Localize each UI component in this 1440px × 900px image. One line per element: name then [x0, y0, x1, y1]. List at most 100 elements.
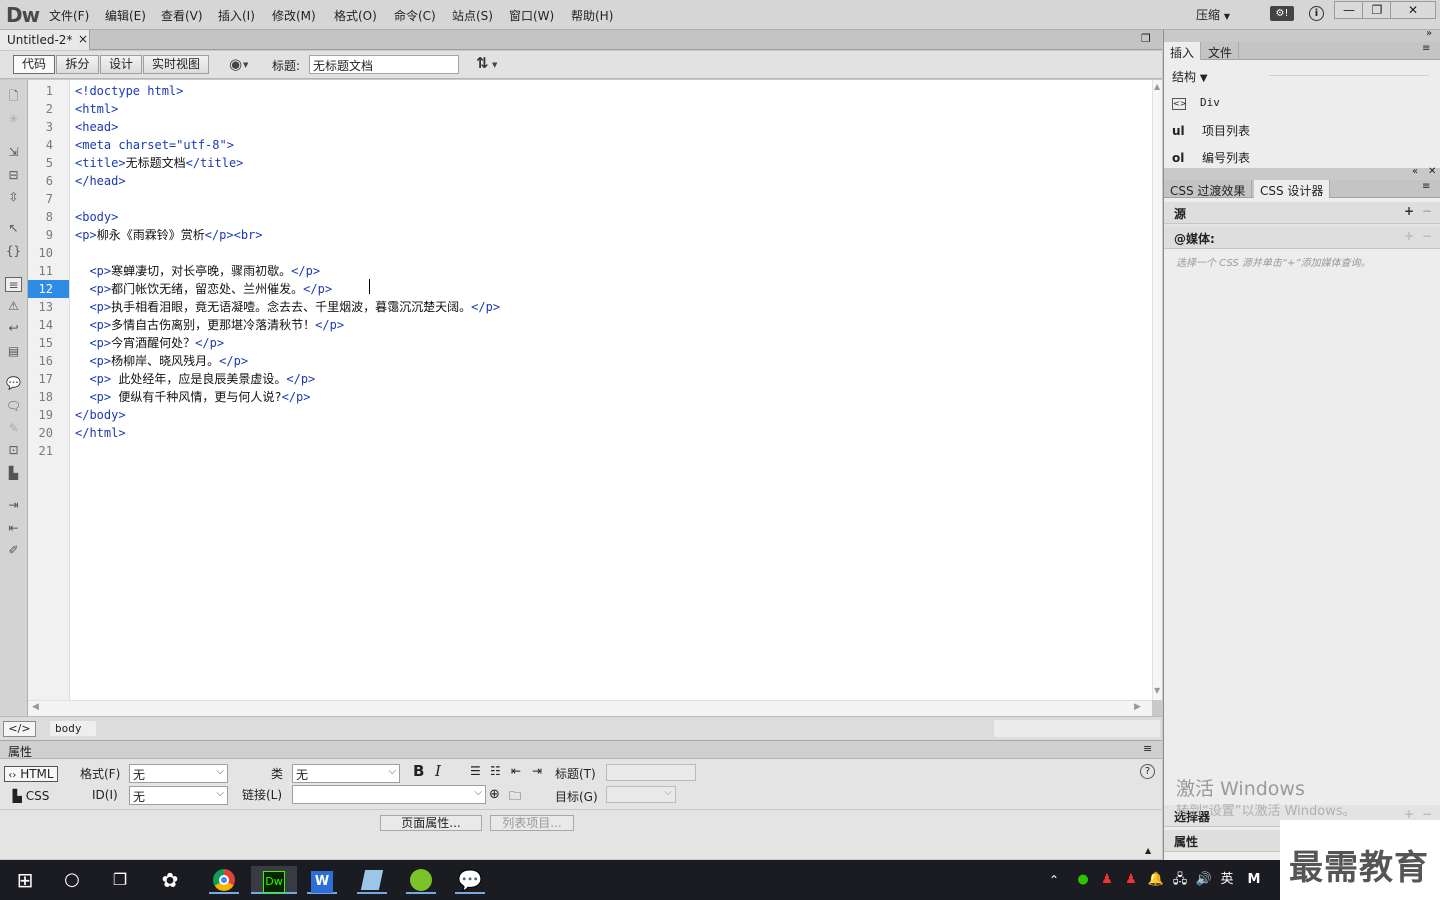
line-number[interactable]: 11 — [39, 262, 53, 280]
insert-ol-item[interactable]: ol 编号列表 — [1172, 149, 1250, 166]
expand-panel-icon[interactable]: ▲ — [1145, 846, 1151, 855]
volume-icon[interactable]: 🔊 — [1194, 866, 1214, 894]
collapse-icon[interactable]: » — [1426, 28, 1432, 39]
sources-section[interactable]: 源 + − — [1164, 202, 1440, 224]
code-line[interactable]: <p> 便纵有千种风情，更与何人说?</p> — [75, 388, 310, 406]
code-editor[interactable]: <!doctype html> <html> <head> <meta charset… — [70, 80, 1152, 700]
close-button[interactable]: ✕ — [1390, 1, 1436, 19]
code-line[interactable]: <head> — [75, 118, 118, 136]
code-line[interactable]: <!doctype html> — [75, 82, 183, 100]
link-input[interactable]: ⌵ — [292, 785, 486, 804]
indent-icon[interactable]: ⇥ — [532, 764, 542, 778]
collapse-tag-icon[interactable]: ⇲ — [5, 145, 22, 160]
line-number[interactable]: 20 — [39, 424, 53, 442]
remove-media-icon[interactable]: − — [1422, 229, 1432, 243]
insert-div-item[interactable]: <> Div — [1172, 95, 1220, 110]
notepad-icon[interactable] — [357, 866, 387, 894]
line-number[interactable]: 19 — [39, 406, 53, 424]
qq-tray-icon-2[interactable]: ♟ — [1121, 866, 1141, 894]
code-view-button[interactable]: 代码 — [13, 55, 55, 74]
code-line[interactable]: <html> — [75, 100, 118, 118]
tab-insert[interactable]: 插入 — [1164, 42, 1202, 60]
open-documents-icon[interactable]: 🗋 — [5, 89, 22, 104]
panel-menu-icon[interactable]: ≡ — [1143, 742, 1152, 755]
line-number[interactable]: 8 — [46, 208, 53, 226]
syntax-coloring-icon[interactable]: ▤ — [5, 344, 22, 359]
remove-selector-icon[interactable]: − — [1422, 807, 1432, 821]
tag-selector-body[interactable]: body — [50, 721, 96, 736]
point-to-file-icon[interactable]: ⊕ — [489, 787, 500, 802]
menu-window[interactable]: 窗口(W) — [509, 7, 554, 24]
add-media-icon[interactable]: + — [1404, 229, 1414, 243]
tab-files[interactable]: 文件 — [1202, 42, 1240, 60]
network-icon[interactable]: 🖧 — [1170, 866, 1190, 894]
panel-menu-icon[interactable]: ≡ — [1422, 43, 1430, 54]
menu-edit[interactable]: 编辑(E) — [105, 7, 146, 24]
design-view-button[interactable]: 设计 — [100, 55, 142, 74]
preview-browser-icon[interactable]: ◉ — [229, 55, 242, 73]
line-number[interactable]: 15 — [39, 334, 53, 352]
id-select[interactable]: 无 ⌵ — [129, 786, 228, 805]
related-files-icon[interactable]: ✳ — [5, 112, 22, 127]
menu-insert[interactable]: 插入(I) — [218, 7, 255, 24]
line-number[interactable]: 3 — [46, 118, 53, 136]
scroll-left-icon[interactable]: ◀ — [32, 702, 39, 712]
close-icon[interactable]: ✕ — [1428, 166, 1436, 177]
add-selector-icon[interactable]: + — [1404, 807, 1414, 821]
split-view-button[interactable]: 拆分 — [56, 55, 99, 74]
wechat-icon[interactable]: 💬 — [455, 866, 485, 894]
tab-css-transitions[interactable]: CSS 过渡效果 — [1164, 180, 1253, 198]
line-number[interactable]: 5 — [46, 154, 53, 172]
remove-comment-icon[interactable]: 🗨 — [5, 399, 22, 414]
close-tab-icon[interactable]: × — [78, 32, 88, 46]
line-numbers-icon[interactable]: ≡ — [5, 277, 22, 292]
code-navigator-button[interactable]: </> — [3, 721, 36, 737]
html-properties-button[interactable]: ‹› HTML — [4, 766, 58, 782]
line-number[interactable]: 9 — [46, 226, 53, 244]
code-line[interactable]: </body> — [75, 406, 126, 424]
code-line[interactable]: <p>杨柳岸、晓风残月。</p> — [75, 352, 248, 370]
minimize-button[interactable]: — — [1334, 1, 1364, 19]
show-hidden-icons[interactable]: ⌃ — [1045, 866, 1063, 894]
help-icon[interactable]: ? — [1140, 764, 1155, 779]
restore-document-icon[interactable]: ❐ — [1141, 32, 1151, 45]
ordered-list-icon[interactable]: ☷ — [490, 764, 501, 778]
wrap-tag-icon[interactable]: ✎ — [5, 421, 22, 436]
unordered-list-icon[interactable]: ☰ — [470, 764, 481, 778]
outdent-icon[interactable]: ⇤ — [511, 764, 521, 778]
line-number[interactable]: 16 — [39, 352, 53, 370]
start-button[interactable]: ⊞ — [10, 866, 40, 894]
code-line[interactable]: <p>都门帐饮无绪，留恋处、兰州催发。</p> — [75, 280, 332, 298]
sync-settings-icon[interactable]: ⚙! — [1270, 6, 1294, 21]
ime-indicator[interactable]: 英 — [1216, 866, 1238, 894]
line-number[interactable]: 2 — [46, 100, 53, 118]
title-input[interactable]: 无标题文档 — [309, 55, 459, 74]
code-line[interactable]: </head> — [75, 172, 126, 190]
word-wrap-icon[interactable]: ↩ — [5, 321, 22, 336]
live-view-button[interactable]: 实时视图 — [143, 55, 209, 74]
code-line[interactable]: <body> — [75, 208, 118, 226]
line-number[interactable]: 13 — [39, 298, 53, 316]
highlight-invalid-icon[interactable]: ⚠ — [5, 299, 22, 314]
chrome-icon[interactable] — [209, 866, 239, 894]
menu-format[interactable]: 格式(O) — [334, 7, 377, 24]
line-number[interactable]: 17 — [39, 370, 53, 388]
collapse-selection-icon[interactable]: ⊟ — [5, 168, 22, 183]
format-source-icon[interactable]: ✐ — [5, 543, 22, 558]
document-tab[interactable]: Untitled-2* × — [0, 30, 90, 50]
code-line[interactable]: <p>执手相看泪眼，竟无语凝噎。念去去、千里烟波，暮霭沉沉楚天阔。</p> — [75, 298, 500, 316]
horizontal-scrollbar[interactable]: ◀ ▶ — [28, 700, 1152, 716]
tab-css-designer[interactable]: CSS 设计器 — [1254, 180, 1331, 198]
task-view-icon[interactable]: ❐ — [105, 866, 135, 894]
collapse-icon[interactable]: « — [1412, 166, 1418, 177]
notification-bell-icon[interactable]: 🔔 — [1146, 866, 1166, 894]
code-line[interactable]: <title>无标题文档</title> — [75, 154, 243, 172]
remove-source-icon[interactable]: − — [1422, 204, 1432, 218]
line-number[interactable]: 10 — [39, 244, 53, 262]
code-line[interactable]: </html> — [75, 424, 126, 442]
apply-comment-icon[interactable]: 💬 — [5, 376, 22, 391]
target-select[interactable]: ⌵ — [606, 786, 676, 803]
menu-help[interactable]: 帮助(H) — [571, 7, 613, 24]
media-player-icon[interactable] — [406, 866, 436, 894]
browse-folder-icon[interactable]: 🗀 — [509, 787, 521, 808]
